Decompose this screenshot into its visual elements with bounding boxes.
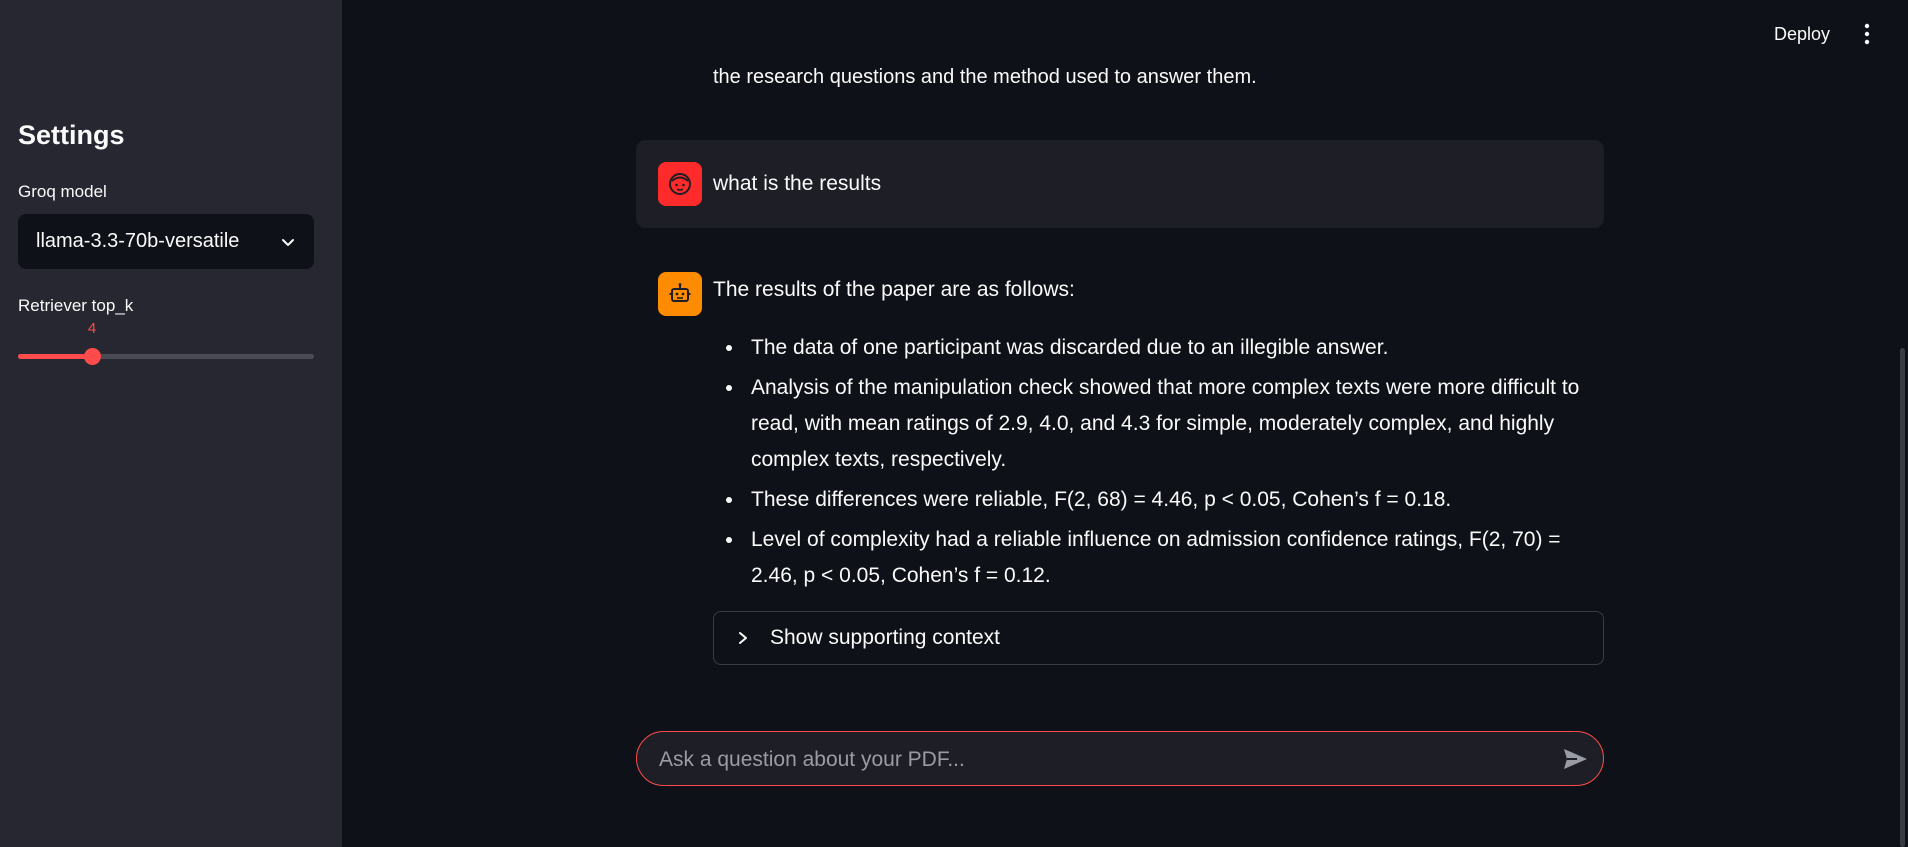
sidebar: Settings Groq model llama-3.3-70b-versat… [0, 0, 342, 847]
more-options-icon[interactable] [1858, 22, 1876, 46]
user-face-icon [669, 173, 691, 195]
chat-input[interactable] [657, 732, 1541, 787]
chevron-down-icon [282, 238, 294, 246]
list-item: These differences were reliable, F(2, 68… [745, 482, 1603, 518]
list-item: Level of complexity had a reliable influ… [745, 522, 1603, 594]
list-item: Analysis of the manipulation check showe… [745, 370, 1603, 478]
topk-slider-fill [18, 354, 92, 359]
user-avatar [658, 162, 702, 206]
sidebar-title: Settings [18, 120, 125, 150]
user-message-text: what is the results [713, 172, 882, 195]
topk-slider-value: 4 [87, 320, 97, 337]
assistant-bullet-list: The data of one participant was discarde… [713, 330, 1603, 598]
main-scrollbar[interactable] [1900, 348, 1905, 847]
topk-slider[interactable]: 4 [18, 320, 314, 365]
previous-message-text: the research questions and the method us… [713, 66, 1257, 88]
deploy-button[interactable]: Deploy [1774, 24, 1830, 45]
list-item: The data of one participant was discarde… [745, 330, 1603, 366]
expander-label: Show supporting context [770, 626, 1000, 649]
send-icon[interactable] [1561, 745, 1589, 773]
model-select[interactable]: llama-3.3-70b-versatile [18, 214, 314, 269]
topk-label: Retriever top_k [18, 296, 134, 315]
robot-icon [669, 283, 691, 302]
model-label: Groq model [18, 182, 107, 201]
model-select-value: llama-3.3-70b-versatile [36, 230, 240, 252]
assistant-intro-text: The results of the paper are as follows: [713, 278, 1075, 301]
topk-slider-thumb[interactable] [84, 348, 101, 365]
chevron-right-icon [739, 632, 747, 644]
chat-input-container [636, 731, 1604, 787]
assistant-avatar [658, 272, 702, 316]
supporting-context-expander[interactable]: Show supporting context [713, 611, 1604, 665]
